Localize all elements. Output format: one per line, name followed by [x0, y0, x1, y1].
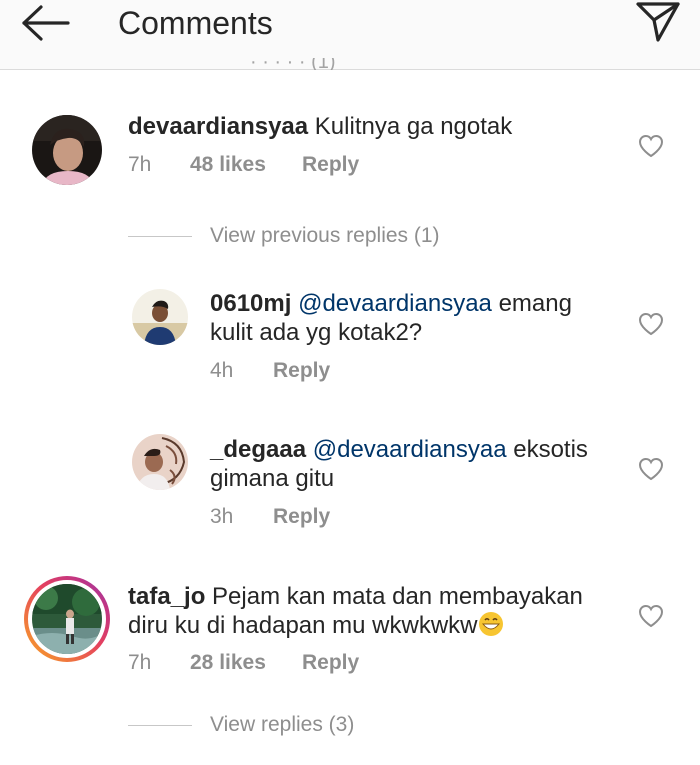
replies-divider [128, 725, 192, 726]
reply-meta: 4h [210, 359, 233, 383]
reply-text: 0610mj @devaardiansyaa emang kulit ada y… [210, 289, 572, 347]
comment-body: Pejam kan mata dan membayakan [212, 583, 583, 610]
reply-body-line2: kulit ada yg kotak2? [210, 319, 423, 346]
reply-button[interactable]: Reply [302, 153, 359, 176]
likes-link-wrap: 28 likes [190, 651, 266, 675]
top-bar: Comments [0, 0, 700, 70]
timestamp: 4h [210, 359, 234, 382]
heart-outline-icon[interactable] [638, 457, 664, 481]
reply-body-line2: gimana gitu [210, 465, 335, 492]
story-ring[interactable] [24, 576, 110, 662]
reply-link-wrap: Reply [302, 651, 359, 675]
reply-meta: 3h [210, 505, 233, 529]
likes-link[interactable]: 48 likes [190, 153, 266, 176]
clipped-previous-text: · · · · · (1) [250, 58, 336, 70]
page-title: Comments [118, 5, 273, 41]
view-replies-button[interactable]: View replies (3) [210, 713, 354, 737]
reply-button[interactable]: Reply [273, 505, 330, 528]
avatar[interactable] [132, 289, 188, 345]
username[interactable]: tafa_jo [128, 583, 205, 610]
view-previous-replies-button[interactable]: View previous replies (1) [210, 224, 440, 248]
comment-meta: 7h [128, 651, 151, 675]
reply-body: emang [498, 290, 572, 317]
timestamp: 7h [128, 651, 152, 674]
likes-link[interactable]: 28 likes [190, 651, 266, 674]
grinning-face-icon [478, 611, 504, 637]
reply-text: _degaaa @devaardiansyaa eksotis gimana g… [210, 435, 588, 493]
timestamp: 3h [210, 505, 234, 528]
back-arrow-icon[interactable] [20, 4, 72, 42]
avatar[interactable] [32, 115, 102, 185]
mention-link[interactable]: @devaardiansyaa [313, 436, 507, 463]
comment-text: devaardiansyaa Kulitnya ga ngotak [128, 112, 512, 141]
heart-outline-icon[interactable] [638, 604, 664, 628]
comment-text: tafa_jo Pejam kan mata dan membayakan di… [128, 582, 583, 640]
avatar[interactable] [132, 434, 188, 490]
reply-link-wrap: Reply [273, 359, 330, 383]
heart-outline-icon[interactable] [638, 134, 664, 158]
username[interactable]: _degaaa [210, 436, 306, 463]
reply-link-wrap: Reply [273, 505, 330, 529]
reply-link-wrap: Reply [302, 153, 359, 177]
comment-meta: 7h [128, 153, 151, 177]
comment-body-line2: diru ku di hadapan mu wkwkwkw [128, 612, 478, 639]
username[interactable]: devaardiansyaa [128, 113, 308, 140]
mention-link[interactable]: @devaardiansyaa [298, 290, 492, 317]
comment-body: Kulitnya ga ngotak [314, 113, 513, 140]
heart-outline-icon[interactable] [638, 312, 664, 336]
paper-plane-icon[interactable] [632, 0, 684, 44]
timestamp: 7h [128, 153, 152, 176]
likes-link-wrap: 48 likes [190, 153, 266, 177]
username[interactable]: 0610mj [210, 290, 291, 317]
reply-body: eksotis [513, 436, 588, 463]
avatar[interactable] [32, 584, 102, 654]
replies-divider [128, 236, 192, 237]
reply-button[interactable]: Reply [302, 651, 359, 674]
reply-button[interactable]: Reply [273, 359, 330, 382]
